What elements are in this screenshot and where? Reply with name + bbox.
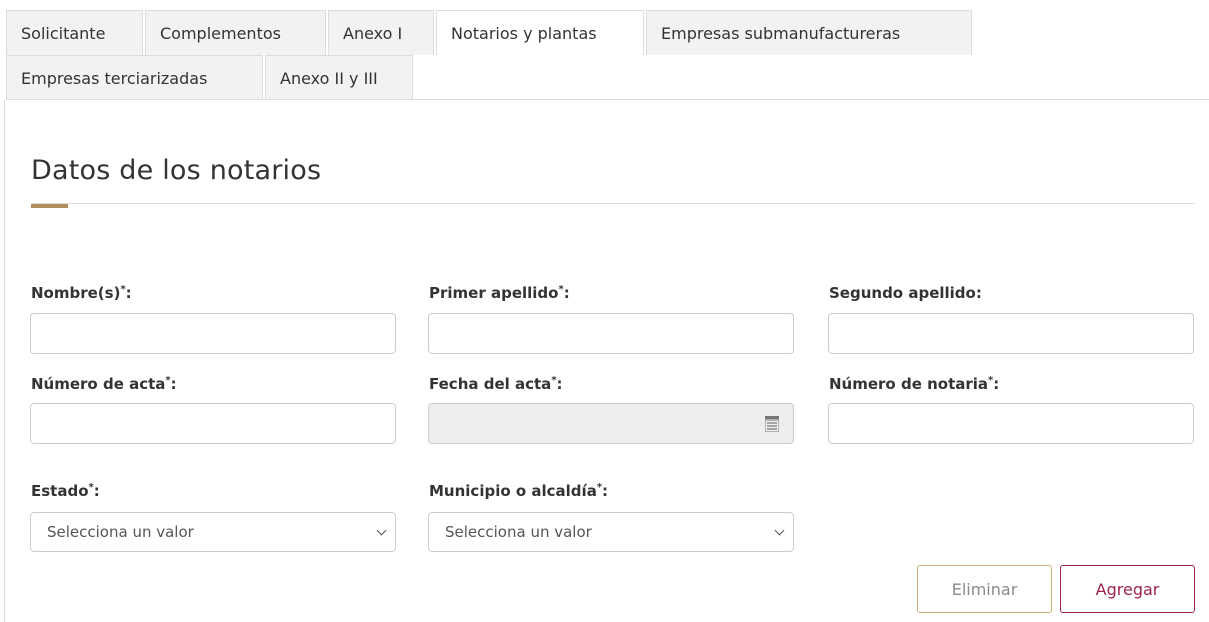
- primer-apellido-label: Primer apellido*:: [429, 284, 570, 302]
- tab-bar: Solicitante Complementos Anexo I Notario…: [6, 10, 1209, 100]
- tab-complementos[interactable]: Complementos: [145, 10, 326, 55]
- eliminar-button[interactable]: Eliminar: [917, 565, 1052, 613]
- numero-acta-input[interactable]: [30, 403, 396, 444]
- agregar-button[interactable]: Agregar: [1060, 565, 1195, 613]
- tab-solicitante[interactable]: Solicitante: [6, 10, 143, 55]
- nombre-label: Nombre(s)*:: [31, 284, 132, 302]
- municipio-label: Municipio o alcaldía*:: [429, 482, 609, 500]
- primer-apellido-input[interactable]: [428, 313, 794, 354]
- tab-anexo-i[interactable]: Anexo I: [328, 10, 434, 55]
- tab-empresas-submanufactureras[interactable]: Empresas submanufactureras: [646, 10, 972, 55]
- tab-notarios-y-plantas[interactable]: Notarios y plantas: [436, 10, 644, 55]
- fecha-acta-input[interactable]: [428, 403, 794, 444]
- estado-select[interactable]: Selecciona un valor: [30, 512, 396, 552]
- municipio-select[interactable]: Selecciona un valor: [428, 512, 794, 552]
- section-title: Datos de los notarios: [31, 155, 322, 186]
- fecha-acta-label: Fecha del acta*:: [429, 375, 563, 393]
- calendar-icon[interactable]: [765, 416, 779, 432]
- estado-selected-value: Selecciona un valor: [47, 523, 194, 541]
- section-title-accent: [31, 204, 68, 208]
- segundo-apellido-input[interactable]: [828, 313, 1194, 354]
- tab-anexo-ii-y-iii[interactable]: Anexo II y III: [265, 55, 413, 100]
- tab-row-1: Solicitante Complementos Anexo I Notario…: [6, 10, 974, 55]
- municipio-selected-value: Selecciona un valor: [445, 523, 592, 541]
- estado-label: Estado*:: [31, 482, 100, 500]
- section-title-divider: [31, 203, 1195, 204]
- numero-notaria-label: Número de notaria*:: [829, 375, 1000, 393]
- chevron-down-icon: [376, 525, 387, 535]
- chevron-down-icon: [774, 525, 785, 535]
- numero-notaria-input[interactable]: [828, 403, 1194, 444]
- nombre-input[interactable]: [30, 313, 396, 354]
- tab-row-2: Empresas terciarizadas Anexo II y III: [6, 55, 415, 100]
- numero-acta-label: Número de acta*:: [31, 375, 177, 393]
- tab-empresas-terciarizadas[interactable]: Empresas terciarizadas: [6, 55, 263, 100]
- segundo-apellido-label: Segundo apellido:: [829, 284, 982, 302]
